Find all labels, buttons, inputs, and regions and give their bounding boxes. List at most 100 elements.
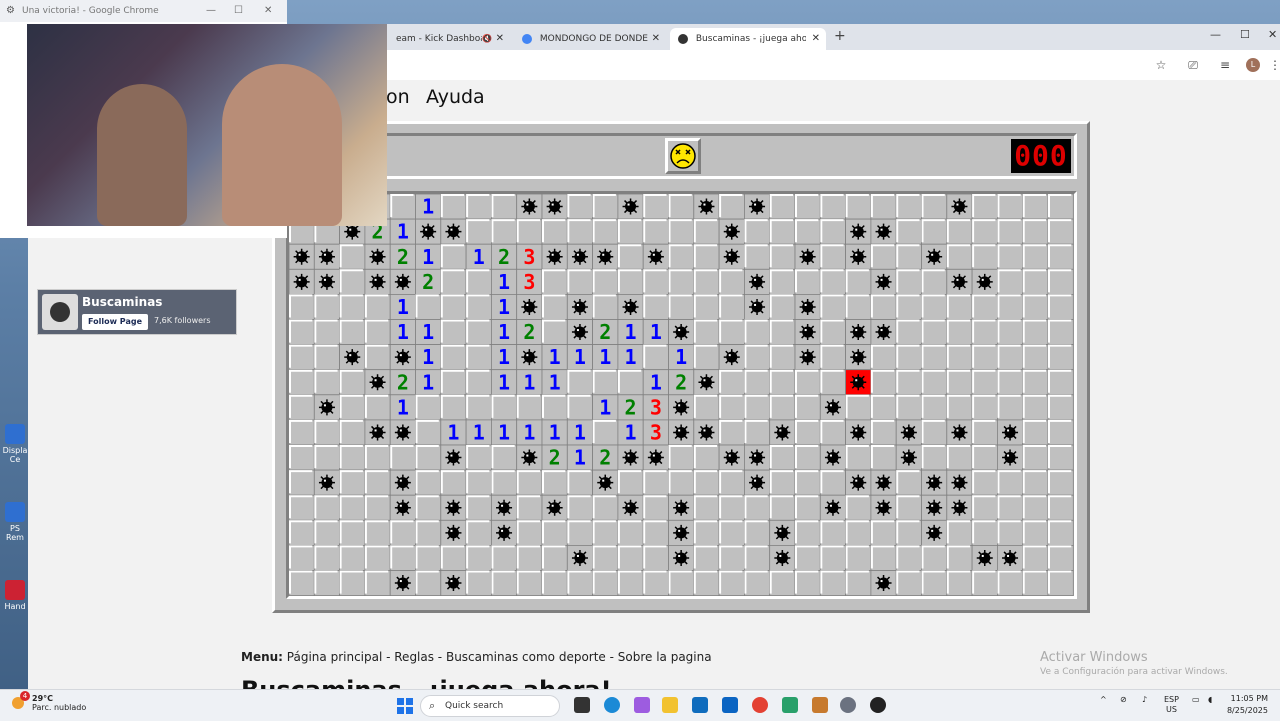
mine-icon[interactable] xyxy=(743,469,771,496)
mine-cell[interactable] xyxy=(516,570,543,596)
mine-cell[interactable] xyxy=(895,369,922,396)
mine-cell[interactable] xyxy=(516,544,543,571)
mine-cell[interactable] xyxy=(819,369,846,396)
mine-cell[interactable] xyxy=(895,394,922,421)
mine-cell[interactable] xyxy=(339,268,366,295)
notes-icon[interactable] xyxy=(782,697,798,713)
mine-cell[interactable] xyxy=(693,494,720,521)
mine-icon[interactable] xyxy=(415,218,442,245)
mine-cell[interactable] xyxy=(617,544,644,571)
mine-icon[interactable] xyxy=(971,268,998,295)
mine-cell[interactable] xyxy=(845,294,872,320)
mine-cell[interactable] xyxy=(465,218,492,245)
number-cell[interactable]: 1 xyxy=(541,419,568,446)
mine-cell[interactable] xyxy=(289,494,315,521)
mine-cell[interactable] xyxy=(415,444,442,471)
mine-cell[interactable] xyxy=(668,218,695,245)
mine-cell[interactable] xyxy=(668,268,695,295)
mine-icon[interactable] xyxy=(592,469,619,496)
mine-cell[interactable] xyxy=(693,544,720,571)
mine-icon[interactable] xyxy=(668,544,695,571)
number-cell[interactable]: 1 xyxy=(617,419,644,446)
mine-cell[interactable] xyxy=(743,394,771,421)
number-cell[interactable]: 1 xyxy=(465,419,492,446)
settings-gear-icon[interactable] xyxy=(840,697,856,713)
mine-cell[interactable] xyxy=(870,369,897,396)
mine-cell[interactable] xyxy=(440,344,467,371)
mine-icon[interactable] xyxy=(845,218,872,245)
mine-cell[interactable] xyxy=(339,419,366,446)
mine-icon[interactable] xyxy=(718,243,745,270)
mine-icon[interactable] xyxy=(794,319,821,346)
mine-icon[interactable] xyxy=(389,570,416,596)
mine-cell[interactable] xyxy=(794,369,821,396)
mine-cell[interactable] xyxy=(845,570,872,596)
number-cell[interactable]: 1 xyxy=(389,319,416,346)
mine-cell[interactable] xyxy=(289,394,315,421)
mine-icon[interactable] xyxy=(769,419,796,446)
mine-cell[interactable] xyxy=(415,294,442,320)
close-window-button[interactable]: ✕ xyxy=(1268,28,1277,41)
mine-icon[interactable] xyxy=(490,519,518,546)
mine-cell[interactable] xyxy=(971,319,998,346)
mine-cell[interactable] xyxy=(516,469,543,496)
mine-icon[interactable] xyxy=(845,344,872,371)
mine-cell[interactable] xyxy=(592,218,619,245)
minimize-button[interactable]: — xyxy=(206,0,216,22)
mine-cell[interactable] xyxy=(819,570,846,596)
mine-cell[interactable] xyxy=(718,544,745,571)
maximize-button[interactable]: ☐ xyxy=(1240,28,1250,41)
mine-cell[interactable] xyxy=(997,519,1024,546)
mine-cell[interactable] xyxy=(642,544,669,571)
mine-icon[interactable] xyxy=(617,444,644,471)
mine-cell[interactable] xyxy=(592,494,619,521)
number-cell[interactable]: 2 xyxy=(490,243,518,270)
mine-icon[interactable] xyxy=(794,294,821,320)
close-icon[interactable]: ✕ xyxy=(496,28,504,50)
mine-cell[interactable] xyxy=(819,268,846,295)
mine-icon[interactable] xyxy=(769,519,796,546)
mine-cell[interactable] xyxy=(617,519,644,546)
number-cell[interactable]: 1 xyxy=(541,344,568,371)
mine-cell[interactable] xyxy=(465,344,492,371)
mine-cell[interactable] xyxy=(465,494,492,521)
mine-cell[interactable] xyxy=(997,319,1024,346)
mine-cell[interactable] xyxy=(313,519,340,546)
mine-cell[interactable] xyxy=(1022,444,1049,471)
menu-item-ayuda[interactable]: Ayuda xyxy=(426,86,485,108)
mine-cell[interactable] xyxy=(339,444,366,471)
mine-cell[interactable] xyxy=(693,519,720,546)
mine-cell[interactable] xyxy=(693,570,720,596)
task-view-icon[interactable] xyxy=(574,697,590,713)
mine-cell[interactable] xyxy=(617,570,644,596)
number-cell[interactable]: 1 xyxy=(389,394,416,421)
mine-cell[interactable] xyxy=(997,570,1024,596)
number-cell[interactable]: 3 xyxy=(642,419,669,446)
mine-cell[interactable] xyxy=(769,294,796,320)
mine-cell[interactable] xyxy=(668,243,695,270)
mine-cell[interactable] xyxy=(845,444,872,471)
mine-cell[interactable] xyxy=(693,268,720,295)
mine-cell[interactable] xyxy=(668,294,695,320)
mine-cell[interactable] xyxy=(289,319,315,346)
mine-cell[interactable] xyxy=(289,519,315,546)
mine-icon[interactable] xyxy=(693,419,720,446)
mine-cell[interactable] xyxy=(1022,544,1049,571)
mine-cell[interactable] xyxy=(313,319,340,346)
tab-mondongo[interactable]: MONDONGO DE DONDE VIENE ✕ xyxy=(514,28,666,50)
number-cell[interactable]: 2 xyxy=(541,444,568,471)
mine-cell[interactable] xyxy=(668,570,695,596)
mine-cell[interactable] xyxy=(1047,344,1074,371)
mine-cell[interactable] xyxy=(541,319,568,346)
number-cell[interactable]: 2 xyxy=(516,319,543,346)
mine-cell[interactable] xyxy=(1047,394,1074,421)
mine-icon[interactable] xyxy=(971,544,998,571)
mine-cell[interactable] xyxy=(364,494,391,521)
number-cell[interactable]: 1 xyxy=(440,419,467,446)
mine-cell[interactable] xyxy=(642,294,669,320)
mine-icon[interactable] xyxy=(516,194,543,220)
mine-cell[interactable] xyxy=(1047,570,1074,596)
mine-cell[interactable] xyxy=(769,369,796,396)
mine-cell[interactable] xyxy=(592,544,619,571)
mine-cell[interactable] xyxy=(769,394,796,421)
